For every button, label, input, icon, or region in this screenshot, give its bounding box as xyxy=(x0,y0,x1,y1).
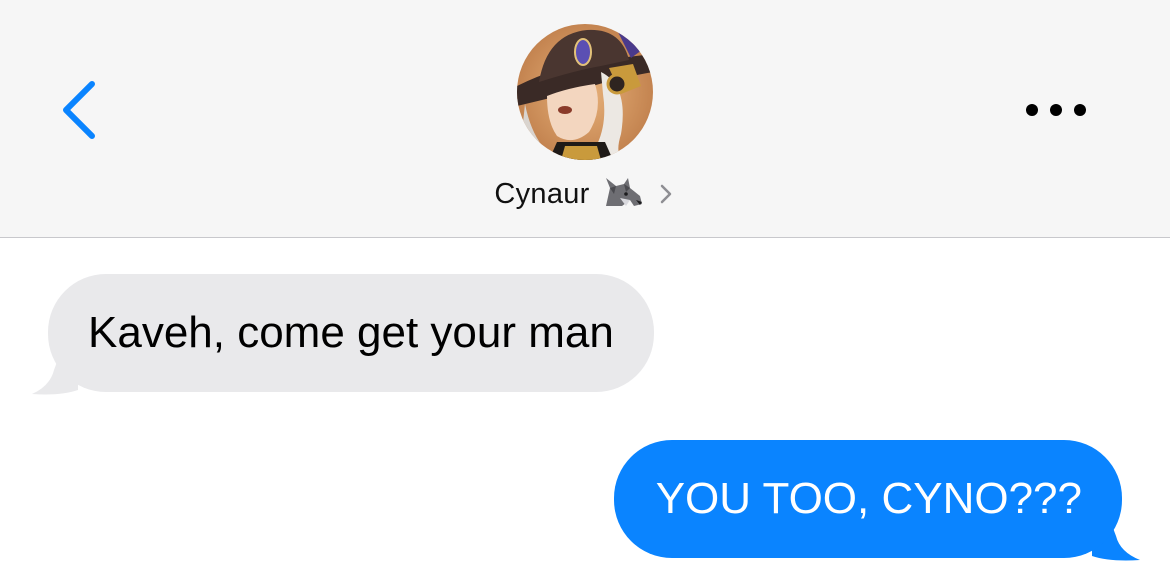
conversation-screen: Cynaur Kaveh, come get your man YOU TOO,… xyxy=(0,0,1170,575)
received-message-bubble[interactable]: Kaveh, come get your man xyxy=(48,274,654,392)
more-options-button[interactable] xyxy=(1018,90,1094,130)
conversation-header: Cynaur xyxy=(0,0,1170,238)
contact-name-row[interactable]: Cynaur xyxy=(0,170,1170,218)
received-message-text: Kaveh, come get your man xyxy=(88,308,614,357)
wolf-icon xyxy=(600,176,644,212)
back-button[interactable] xyxy=(56,78,104,142)
chevron-left-icon xyxy=(56,78,104,142)
more-horizontal-icon xyxy=(1018,90,1094,130)
contact-name: Cynaur xyxy=(494,177,590,210)
sent-message-bubble[interactable]: YOU TOO, CYNO??? xyxy=(613,440,1122,558)
avatar[interactable] xyxy=(517,24,653,160)
chevron-right-icon xyxy=(656,180,676,208)
sent-message-text: YOU TOO, CYNO??? xyxy=(655,474,1082,523)
